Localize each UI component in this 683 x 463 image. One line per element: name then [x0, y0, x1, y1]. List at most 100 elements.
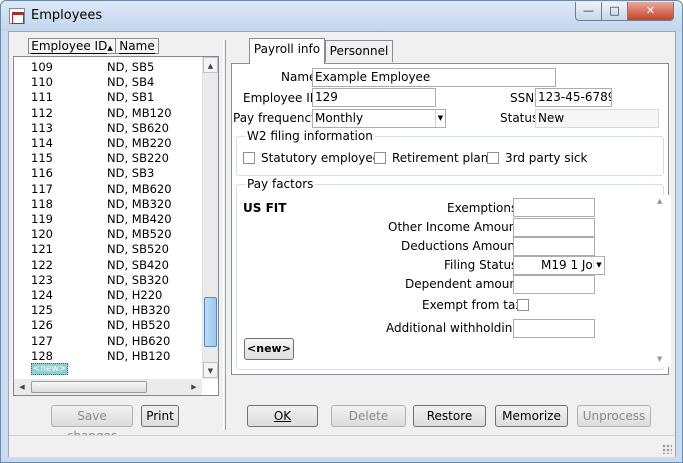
resize-grip-icon[interactable] — [662, 444, 672, 454]
scroll-thumb[interactable] — [204, 297, 217, 347]
other-income-field[interactable] — [513, 218, 595, 237]
close-icon: ✕ — [645, 4, 656, 17]
list-vertical-scrollbar[interactable]: ▲ ▼ — [202, 57, 218, 379]
pay-factors-group: Pay factors US FIT Exemptions Other Inco… — [236, 177, 671, 370]
memorize-button[interactable]: Memorize — [495, 405, 568, 427]
pane-splitter[interactable] — [223, 40, 226, 430]
exempt-from-tax-checkbox[interactable] — [517, 299, 529, 311]
employee-id-cell: 121 — [31, 242, 53, 257]
table-row[interactable]: 112 ND, MB120 — [14, 105, 200, 121]
table-row[interactable]: 121 ND, SB520 — [14, 241, 200, 257]
restore-button[interactable]: Restore — [413, 405, 486, 427]
dependent-amount-label: Dependent amount — [405, 277, 522, 291]
scroll-up-button[interactable]: ▲ — [203, 57, 218, 73]
employee-name-cell: ND, HB320 — [107, 303, 171, 318]
title-bar[interactable]: Employees — □ ✕ — [1, 1, 682, 31]
retirement-plan-checkbox[interactable] — [374, 152, 386, 164]
employee-id-field[interactable]: 129 — [312, 88, 436, 107]
additional-withholding-field[interactable] — [513, 319, 595, 338]
delete-button[interactable]: Delete — [331, 405, 406, 427]
third-party-sick-checkbox[interactable] — [487, 152, 499, 164]
deductions-field[interactable] — [513, 237, 595, 256]
employee-id-cell: 127 — [31, 333, 53, 348]
table-row[interactable]: 113 ND, SB620 — [14, 120, 200, 136]
table-row[interactable]: 127 ND, HB620 — [14, 333, 200, 349]
employee-id-cell: 128 — [31, 348, 53, 363]
employee-name-cell: ND, SB4 — [107, 75, 155, 90]
table-row[interactable]: 114 ND, MB220 — [14, 135, 200, 151]
filing-status-value: M19 1 Job — [541, 258, 601, 272]
status-bar — [9, 435, 675, 457]
tab-payroll-info[interactable]: Payroll info — [249, 38, 325, 64]
filing-status-label: Filing Status — [444, 258, 518, 272]
print-button[interactable]: Print — [141, 405, 179, 427]
table-row[interactable]: 109 ND, SB5 — [14, 59, 200, 75]
scroll-left-button[interactable]: ◀ — [14, 379, 30, 395]
exemptions-field[interactable] — [513, 198, 595, 217]
employee-name-cell: ND, MB120 — [107, 105, 172, 120]
table-row[interactable]: 126 ND, HB520 — [14, 317, 200, 333]
us-fit-heading: US FIT — [243, 201, 287, 215]
statutory-employee-checkbox[interactable] — [243, 152, 255, 164]
pay-frequency-select[interactable]: Monthly ▼ — [312, 109, 446, 128]
scroll-up-icon: ▲ — [207, 62, 214, 70]
table-row[interactable]: 124 ND, H220 — [14, 287, 200, 303]
unprocess-button[interactable]: Unprocess — [577, 405, 651, 427]
client-area: Employee ID▲ Name 109 ND, SB5 110 ND, SB4 11… — [8, 31, 676, 457]
employee-id-label: Employee ID — [243, 91, 320, 105]
new-employee-row[interactable]: <new> — [31, 363, 68, 375]
name-field[interactable]: Example Employee — [312, 68, 556, 87]
pay-factors-scrollbar[interactable]: ▲ ▼ — [655, 195, 671, 367]
table-row[interactable]: 125 ND, HB320 — [14, 302, 200, 318]
w2-group-title: W2 filing information — [245, 129, 375, 143]
employee-name-cell: ND, SB5 — [107, 60, 155, 74]
pay-factors-title: Pay factors — [245, 177, 316, 191]
employee-id-cell: 111 — [31, 90, 53, 105]
hscroll-thumb[interactable] — [31, 381, 147, 393]
column-header-name[interactable]: Name — [115, 38, 159, 54]
scroll-down-icon[interactable]: ▼ — [657, 355, 662, 363]
ssn-field[interactable]: 123-45-6789 — [535, 88, 612, 107]
save-changes-button[interactable]: Save changes — [51, 405, 133, 443]
employee-name-cell: ND, SB620 — [107, 120, 169, 135]
dependent-amount-field[interactable] — [513, 275, 595, 294]
table-row[interactable]: 117 ND, MB620 — [14, 181, 200, 197]
employee-name-cell: ND, MB420 — [107, 212, 172, 226]
employee-name-cell: ND, MB620 — [107, 181, 172, 196]
table-row[interactable]: 123 ND, SB320 — [14, 272, 200, 288]
table-row[interactable]: 118 ND, MB320 — [14, 196, 200, 212]
retirement-plan-label: Retirement plan — [392, 151, 489, 165]
scroll-right-button[interactable]: ▶ — [186, 379, 202, 395]
tab-personnel[interactable]: Personnel — [325, 40, 393, 62]
third-party-sick-label: 3rd party sick — [505, 151, 588, 165]
employee-name-cell: ND, MB220 — [107, 136, 172, 150]
employee-list[interactable]: 109 ND, SB5 110 ND, SB4 111 ND, SB1 112 ND, MB1… — [13, 56, 219, 396]
new-pay-factor-button[interactable]: <new> — [244, 338, 294, 360]
close-button[interactable]: ✕ — [627, 2, 674, 21]
scroll-down-button[interactable]: ▼ — [203, 362, 218, 378]
list-horizontal-scrollbar[interactable]: ◀ ▶ — [14, 379, 202, 395]
table-row[interactable]: 111 ND, SB1 — [14, 89, 200, 105]
app-icon — [9, 8, 25, 24]
maximize-button[interactable]: □ — [601, 2, 628, 21]
ok-button[interactable]: OK — [247, 405, 318, 427]
table-row[interactable]: 116 ND, SB3 — [14, 165, 200, 181]
table-row[interactable]: 115 ND, SB220 — [14, 150, 200, 166]
table-row[interactable]: 110 ND, SB4 — [14, 74, 200, 90]
filing-status-select[interactable]: M19 1 Job ▼ — [513, 256, 605, 275]
table-row[interactable]: 122 ND, SB420 — [14, 257, 200, 273]
employee-name-cell: ND, SB3 — [107, 166, 155, 181]
column-header-employee-id[interactable]: Employee ID▲ — [28, 38, 116, 54]
additional-withholding-label: Additional withholding — [386, 321, 520, 335]
table-row[interactable]: 128 ND, HB120 — [14, 348, 200, 364]
table-row[interactable]: 119 ND, MB420 — [14, 211, 200, 227]
employee-id-cell: 119 — [31, 212, 53, 226]
employee-name-cell: ND, HB120 — [107, 348, 171, 363]
payroll-info-panel: Name Example Employee Employee ID 129 SS… — [231, 63, 671, 375]
minimize-button[interactable]: — — [575, 2, 602, 21]
scroll-up-icon[interactable]: ▲ — [657, 197, 662, 205]
scroll-right-icon: ▶ — [191, 383, 197, 391]
employee-id-cell: 125 — [31, 303, 53, 318]
employee-id-cell: 122 — [31, 257, 53, 272]
table-row[interactable]: 120 ND, MB520 — [14, 226, 200, 242]
